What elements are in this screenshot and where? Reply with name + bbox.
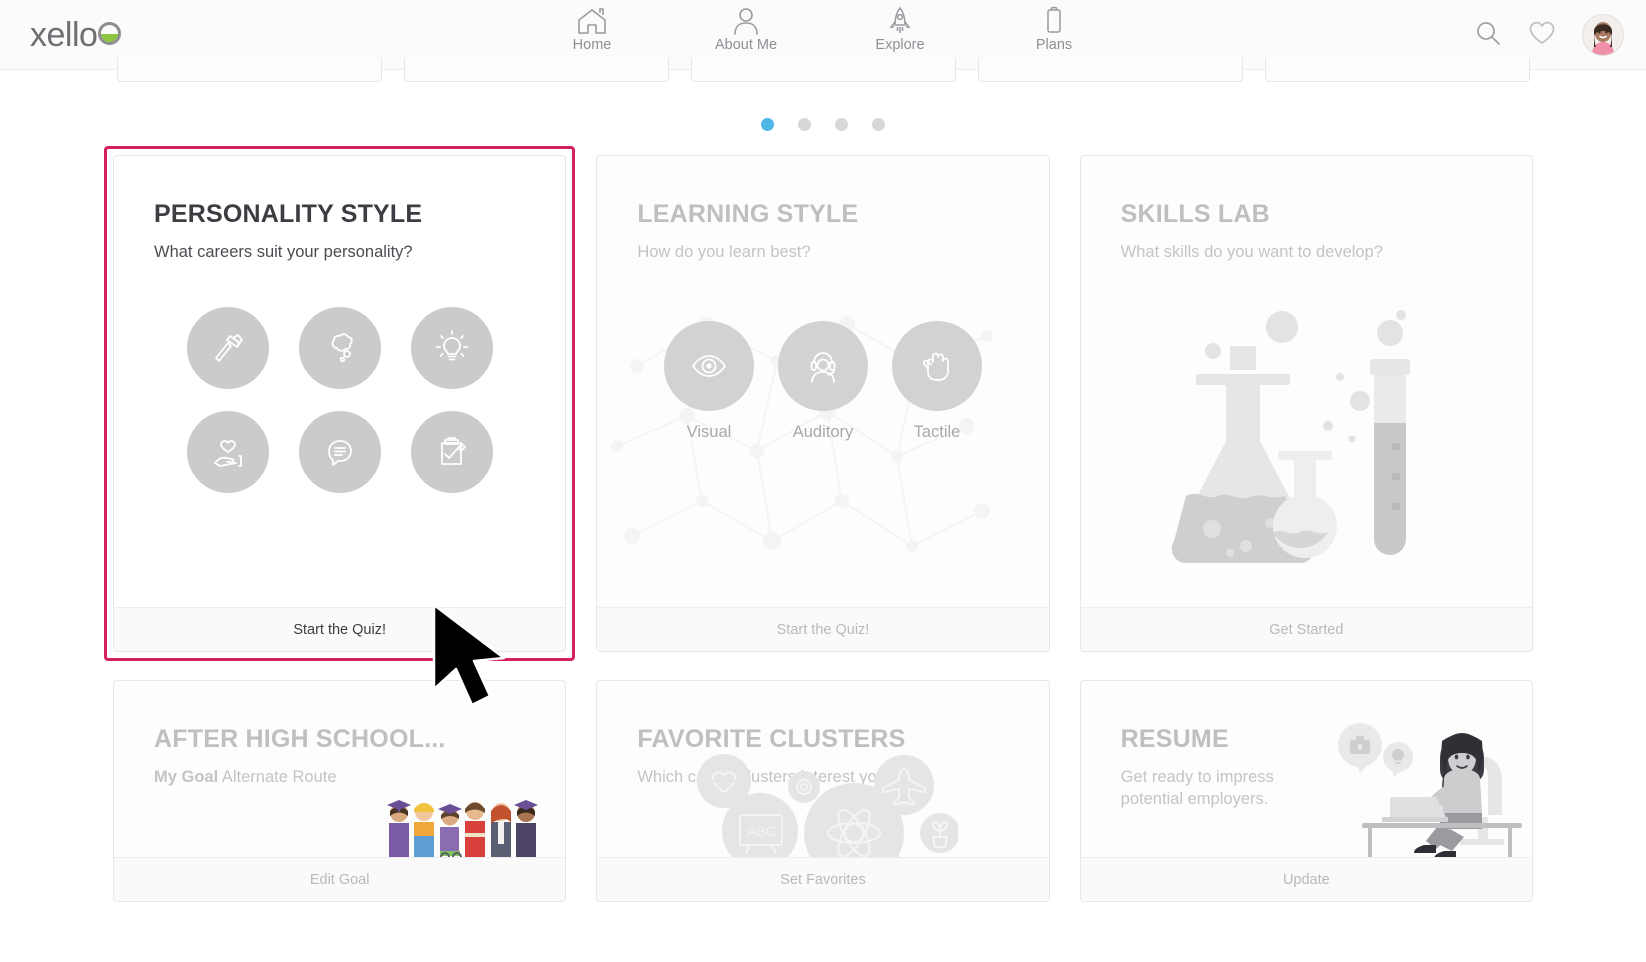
card-body: FAVORITE CLUSTERS Which career clusters …	[597, 681, 1048, 857]
learning-style-label: Visual	[686, 423, 732, 442]
learning-style-label: Tactile	[913, 423, 961, 442]
learning-style-label: Auditory	[792, 423, 854, 442]
hammer-icon	[186, 307, 269, 390]
carousel-dot-3[interactable]	[835, 118, 848, 131]
card-favorite-clusters-wrapper: FAVORITE CLUSTERS Which career clusters …	[596, 680, 1050, 902]
card-body: LEARNING STYLE How do you learn best? Vi…	[597, 156, 1048, 607]
carousel-card-partial[interactable]	[977, 58, 1243, 82]
thought-bubble-icon	[298, 307, 381, 390]
learning-style-visual: Visual	[663, 321, 754, 442]
card-footer-button[interactable]: Edit Goal	[114, 857, 566, 901]
carousel-card-partial[interactable]	[403, 58, 669, 82]
nav-item-explore-label: Explore	[875, 37, 925, 53]
avatar[interactable]	[1582, 14, 1624, 56]
nav-item-plans-label: Plans	[1035, 37, 1073, 53]
card-favorite-clusters[interactable]: FAVORITE CLUSTERS Which career clusters …	[596, 680, 1050, 902]
carousel-partial-cards	[0, 58, 1646, 82]
card-body: RESUME Get ready to impress potential em…	[1081, 681, 1532, 857]
card-subtitle: What careers suit your personality?	[154, 243, 413, 261]
carousel-card-partial[interactable]	[116, 58, 382, 82]
speech-bubble-icon	[298, 411, 381, 494]
logo-text: xello	[30, 16, 98, 54]
card-subtitle: Get ready to impress potential employers…	[1120, 768, 1274, 809]
svg-text:ABC: ABC	[747, 823, 776, 839]
card-footer-label: Set Favorites	[780, 871, 866, 888]
card-subtitle: What skills do you want to develop?	[1120, 243, 1383, 261]
person-icon	[729, 6, 763, 36]
card-title: SKILLS LAB	[1120, 200, 1270, 228]
carousel-dot-1[interactable]	[761, 118, 774, 131]
learning-style-auditory: Auditory	[777, 321, 868, 442]
person-at-desk-illustration	[1338, 723, 1522, 857]
card-footer-label: Start the Quiz!	[293, 621, 386, 638]
card-subtitle-goal-label: My Goal	[154, 768, 219, 786]
card-footer-label: Start the Quiz!	[776, 621, 870, 638]
card-subtitle: How do you learn best?	[637, 243, 811, 261]
nav-item-about-me-label: About Me	[714, 37, 778, 53]
carousel-strip	[0, 58, 1646, 96]
nav-item-home-label: Home	[572, 37, 612, 53]
clipboard-icon	[1037, 6, 1071, 36]
carousel-pagination	[0, 96, 1646, 131]
card-learning-style[interactable]: LEARNING STYLE How do you learn best? Vi…	[596, 155, 1050, 652]
card-body: PERSONALITY STYLE What careers suit your…	[114, 156, 565, 607]
card-footer-button[interactable]: Get Started	[1080, 607, 1532, 651]
card-subtitle: My Goal Alternate Route	[154, 766, 525, 788]
dashboard-card-grid: PERSONALITY STYLE What careers suit your…	[0, 131, 1646, 902]
clipboard-pencil-icon	[410, 411, 493, 494]
card-footer-button[interactable]: Update	[1080, 857, 1532, 901]
headset-person-icon	[777, 321, 868, 412]
heart-icon[interactable]	[1528, 20, 1556, 51]
eye-icon	[663, 321, 754, 412]
home-icon	[575, 6, 609, 36]
nav-item-about-me[interactable]: About Me	[698, 6, 794, 63]
nav-item-plans[interactable]: Plans	[1006, 6, 1102, 63]
logo-o-mark-icon	[98, 22, 122, 45]
nav-item-explore[interactable]: Explore	[852, 6, 948, 63]
card-body: AFTER HIGH SCHOOL... My Goal Alternate R…	[114, 681, 565, 857]
lightbulb-icon	[410, 307, 493, 390]
rocket-icon	[883, 6, 917, 36]
search-icon[interactable]	[1474, 19, 1502, 52]
card-personality-style[interactable]: PERSONALITY STYLE What careers suit your…	[113, 155, 567, 652]
card-after-high-school-wrapper: AFTER HIGH SCHOOL... My Goal Alternate R…	[113, 680, 567, 902]
nav-item-home[interactable]: Home	[544, 6, 640, 63]
personality-icon-grid	[154, 307, 525, 494]
learning-style-tactile: Tactile	[891, 321, 982, 442]
carousel-dot-2[interactable]	[798, 118, 811, 131]
card-subtitle-goal-value: Alternate Route	[221, 768, 337, 786]
card-title: AFTER HIGH SCHOOL...	[154, 725, 446, 753]
xello-logo[interactable]: xello	[30, 16, 122, 55]
card-after-high-school[interactable]: AFTER HIGH SCHOOL... My Goal Alternate R…	[113, 680, 567, 902]
card-footer-label: Get Started	[1269, 621, 1344, 638]
hand-icon	[891, 321, 982, 412]
card-learning-style-wrapper: LEARNING STYLE How do you learn best? Vi…	[596, 155, 1050, 652]
card-resume[interactable]: RESUME Get ready to impress potential em…	[1079, 680, 1533, 902]
card-title: PERSONALITY STYLE	[154, 200, 423, 228]
card-personality-style-wrapper: PERSONALITY STYLE What careers suit your…	[104, 146, 576, 661]
card-resume-wrapper: RESUME Get ready to impress potential em…	[1079, 680, 1533, 902]
card-title: LEARNING STYLE	[637, 200, 859, 228]
card-body: SKILLS LAB What skills do you want to de…	[1081, 156, 1532, 607]
graduates-group-illustration	[387, 800, 539, 857]
card-footer-button[interactable]: Set Favorites	[597, 857, 1049, 901]
carousel-dot-4[interactable]	[872, 118, 885, 131]
main-nav-items: Home About Me Explore Plans	[544, 6, 1102, 63]
hand-heart-icon	[186, 411, 269, 494]
lab-flasks-illustration	[1171, 310, 1410, 563]
card-footer-button[interactable]: Start the Quiz!	[597, 607, 1049, 651]
learning-styles-row: Visual Auditory Tactile	[637, 321, 1008, 442]
card-footer-label: Edit Goal	[309, 871, 370, 888]
card-footer-label: Update	[1282, 871, 1330, 888]
cluster-bubbles-illustration: ABC	[696, 754, 958, 857]
carousel-card-partial[interactable]	[690, 58, 956, 82]
card-footer-button[interactable]: Start the Quiz!	[114, 607, 566, 651]
carousel-card-partial[interactable]	[1264, 58, 1530, 82]
card-skills-lab[interactable]: SKILLS LAB What skills do you want to de…	[1079, 155, 1533, 652]
card-skills-lab-wrapper: SKILLS LAB What skills do you want to de…	[1079, 155, 1533, 652]
